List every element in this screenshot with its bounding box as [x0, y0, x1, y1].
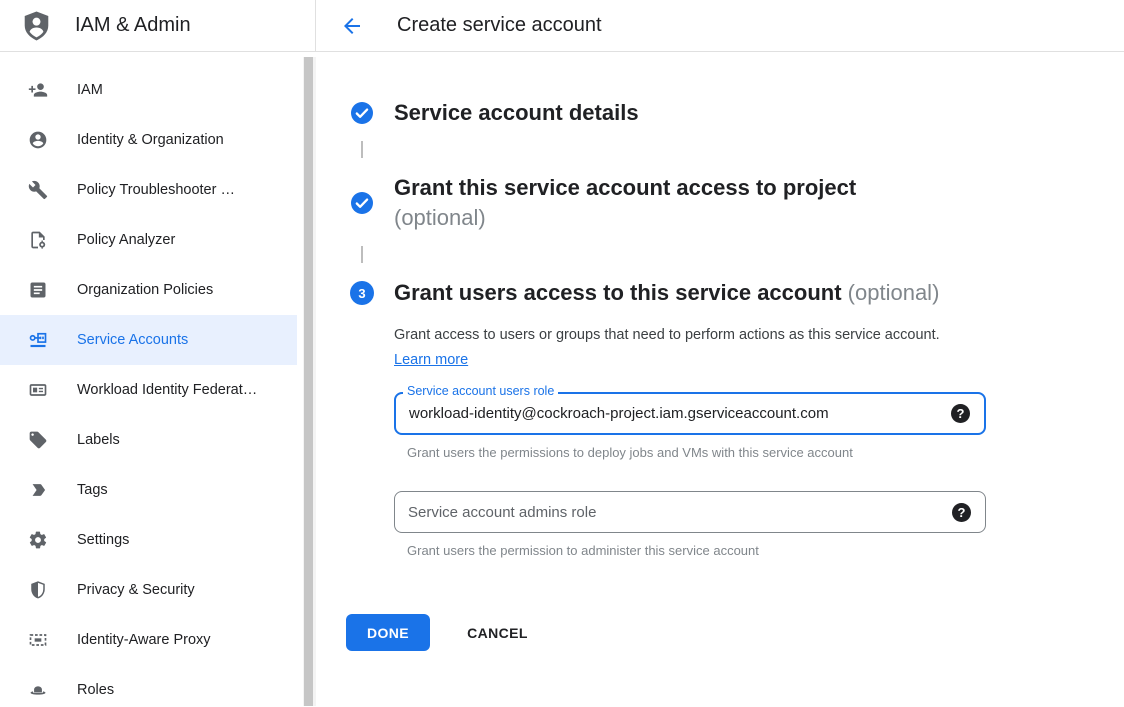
sidebar-scrollbar[interactable] — [303, 57, 316, 706]
person-add-icon — [28, 80, 48, 100]
shield-icon — [28, 580, 48, 600]
step-connector-line — [361, 141, 363, 158]
sidebar-item-settings[interactable]: Settings — [0, 515, 297, 565]
label-tag-icon — [28, 430, 48, 450]
done-button[interactable]: DONE — [346, 614, 430, 651]
scrollbar-thumb[interactable] — [304, 57, 313, 706]
sidebar-item-label: Labels — [77, 432, 120, 448]
sidebar-item-label: Tags — [77, 482, 108, 498]
tag-arrow-icon — [28, 480, 48, 500]
sidebar-item-iam[interactable]: IAM — [0, 65, 297, 115]
badge-card-icon — [28, 380, 48, 400]
sidebar-item-identity-organization[interactable]: Identity & Organization — [0, 115, 297, 165]
step-complete-check-icon — [350, 191, 374, 215]
step-title: Service account details — [394, 100, 639, 125]
product-title: IAM & Admin — [75, 14, 191, 37]
step-title: Grant users access to this service accou… — [394, 280, 842, 305]
wrench-icon — [28, 180, 48, 200]
gear-icon — [28, 530, 48, 550]
help-icon[interactable]: ? — [952, 503, 971, 522]
sidebar-item-label: Roles — [77, 682, 114, 698]
step-connector-line — [361, 246, 363, 263]
sidebar-item-organization-policies[interactable]: Organization Policies — [0, 265, 297, 315]
create-service-account-panel: Service account details Grant this servi… — [316, 52, 1124, 706]
sidebar-item-privacy-security[interactable]: Privacy & Security — [0, 565, 297, 615]
sidebar-item-policy-analyzer[interactable]: Policy Analyzer — [0, 215, 297, 265]
field-helper-text: Grant users the permission to administer… — [407, 543, 986, 558]
help-icon[interactable]: ? — [951, 404, 970, 423]
step-complete-check-icon — [350, 101, 374, 125]
form-actions: DONE CANCEL — [346, 614, 1124, 651]
sidebar-item-roles[interactable]: Roles — [0, 665, 297, 707]
back-arrow-icon[interactable] — [340, 14, 364, 38]
step-service-account-details[interactable]: Service account details — [350, 98, 1124, 128]
sidebar: IAM Identity & Organization Policy Troub… — [0, 52, 316, 706]
sidebar-item-label: Settings — [77, 532, 129, 548]
page-header: Create service account — [316, 0, 1124, 51]
sidebar-item-label: Identity & Organization — [77, 132, 224, 148]
step-title: Grant this service account access to pro… — [394, 175, 856, 200]
step-number-badge: 3 — [350, 281, 374, 305]
sidebar-item-tags[interactable]: Tags — [0, 465, 297, 515]
learn-more-link[interactable]: Learn more — [394, 352, 468, 368]
service-account-users-role-field: Service account users role ? Grant users… — [394, 392, 986, 460]
field-label: Service account users role — [403, 384, 558, 399]
page-title: Create service account — [397, 14, 602, 37]
sidebar-item-identity-aware-proxy[interactable]: Identity-Aware Proxy — [0, 615, 297, 665]
step-optional-label: (optional) — [394, 203, 856, 233]
iam-shield-logo-icon — [22, 10, 51, 42]
top-bar: IAM & Admin Create service account — [0, 0, 1124, 52]
users-role-input[interactable] — [396, 394, 951, 433]
cancel-button[interactable]: CANCEL — [459, 614, 536, 651]
sidebar-item-label: Organization Policies — [77, 282, 213, 298]
step-grant-users-access[interactable]: 3 Grant users access to this service acc… — [350, 278, 1124, 308]
product-header: IAM & Admin — [0, 0, 316, 51]
sidebar-item-label: Service Accounts — [77, 332, 188, 348]
article-icon — [28, 280, 48, 300]
sidebar-item-service-accounts[interactable]: Service Accounts — [0, 315, 297, 365]
service-account-key-icon — [28, 330, 48, 350]
sidebar-item-label: Workload Identity Federat… — [77, 382, 257, 398]
field-helper-text: Grant users the permissions to deploy jo… — [407, 445, 986, 460]
sidebar-item-workload-identity-federation[interactable]: Workload Identity Federat… — [0, 365, 297, 415]
sidebar-item-label: Policy Troubleshooter … — [77, 182, 235, 198]
sidebar-item-label: Identity-Aware Proxy — [77, 632, 211, 648]
step-description: Grant access to users or groups that nee… — [394, 323, 950, 373]
step-grant-access-to-project[interactable]: Grant this service account access to pro… — [350, 173, 1124, 233]
sidebar-item-policy-troubleshooter[interactable]: Policy Troubleshooter … — [0, 165, 297, 215]
roles-hat-icon — [28, 680, 48, 700]
service-account-admins-role-field: ? Grant users the permission to administ… — [394, 491, 986, 558]
proxy-icon — [28, 630, 48, 650]
account-circle-icon — [28, 130, 48, 150]
sidebar-item-label: Privacy & Security — [77, 582, 195, 598]
step-optional-label: (optional) — [848, 280, 940, 305]
sidebar-item-labels[interactable]: Labels — [0, 415, 297, 465]
policy-analyzer-icon — [28, 230, 48, 250]
sidebar-item-label: Policy Analyzer — [77, 232, 175, 248]
admins-role-input[interactable] — [395, 492, 952, 532]
sidebar-item-label: IAM — [77, 82, 103, 98]
